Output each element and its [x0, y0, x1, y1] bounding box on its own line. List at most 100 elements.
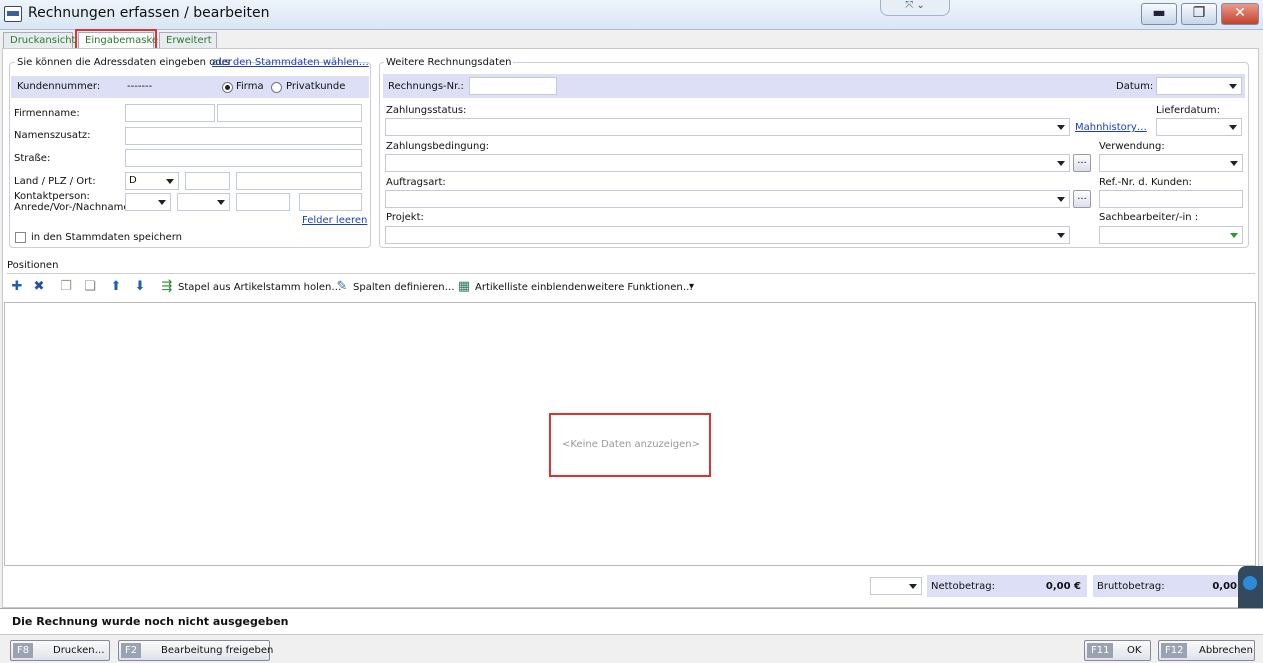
vorname-field[interactable]	[236, 193, 290, 211]
rechnungsnr-field[interactable]	[469, 77, 557, 95]
window-title: Rechnungen erfassen / bearbeiten	[28, 5, 270, 21]
brutto-box: Bruttobetrag: 0,00	[1093, 575, 1243, 597]
verwendung-select[interactable]	[1099, 154, 1243, 172]
chevron-down-icon	[1057, 125, 1065, 130]
strasse-label: Straße:	[14, 153, 51, 164]
weitere-funktionen-button[interactable]: weitere Funktionen…	[587, 282, 693, 293]
lieferdatum-select[interactable]	[1156, 118, 1242, 136]
spalten-icon: ✎	[336, 279, 348, 294]
kundennummer-value: -------	[127, 81, 153, 92]
ok-button[interactable]: F11 OK	[1084, 640, 1151, 661]
lieferdatum-label: Lieferdatum:	[1156, 105, 1220, 116]
chevron-down-icon	[1057, 233, 1065, 238]
stapel-button[interactable]: Stapel aus Artikelstamm holen…	[178, 282, 341, 293]
chevron-down-icon	[1230, 161, 1238, 166]
save-stammdaten-checkbox[interactable]	[15, 232, 26, 243]
empty-text-highlight-frame	[549, 413, 711, 477]
tab-bar: Druckansicht Eingabemaske Erweitert	[0, 30, 1263, 49]
footer-bar: F8 Drucken… F2 Bearbeitung freigeben F11…	[0, 634, 1263, 663]
felder-leeren-link[interactable]: Felder leeren	[302, 215, 367, 226]
mahnhistory-link[interactable]: Mahnhistory…	[1075, 122, 1147, 133]
restore-button[interactable]: ❐	[1181, 3, 1217, 25]
tab-erweitert[interactable]: Erweitert	[159, 32, 217, 48]
print-button[interactable]: F8 Drucken…	[10, 640, 110, 661]
print-label: Drucken…	[53, 645, 105, 656]
radio-firma-label: Firma	[236, 81, 264, 92]
f2-key: F2	[121, 643, 142, 658]
spalten-button[interactable]: Spalten definieren…	[353, 282, 455, 293]
sachbearbeiter-label: Sachbearbeiter/-in :	[1099, 212, 1199, 223]
release-edit-button[interactable]: F2 Bearbeitung freigeben	[118, 640, 274, 661]
f11-key: F11	[1087, 643, 1114, 658]
paste-icon[interactable]: ❏	[83, 280, 97, 294]
positionen-divider	[7, 273, 1255, 274]
radio-privatkunde[interactable]	[271, 82, 282, 93]
invoice-group-title: Weitere Rechnungsdaten	[384, 57, 514, 68]
chevron-down-icon	[1230, 233, 1238, 238]
netto-label: Nettobetrag:	[931, 581, 995, 592]
tab-eingabemaske[interactable]: Eingabemaske	[78, 32, 158, 49]
stammdaten-link[interactable]: aus den Stammdaten wählen…	[212, 57, 369, 68]
artikelliste-icon: ▦	[457, 279, 471, 294]
plz-field[interactable]	[185, 172, 230, 190]
f12-key: F12	[1161, 643, 1188, 658]
app-icon	[4, 6, 22, 22]
save-stammdaten-label: in den Stammdaten speichern	[31, 232, 183, 243]
close-button[interactable]: ✕	[1221, 3, 1259, 25]
zahlungsstatus-select[interactable]	[385, 118, 1070, 136]
cancel-button[interactable]: F12 Abbrechen	[1158, 640, 1255, 661]
f8-key: F8	[13, 643, 34, 658]
chevron-down-icon	[1229, 125, 1237, 130]
strasse-field[interactable]	[125, 149, 362, 167]
projekt-select[interactable]	[385, 226, 1070, 244]
radio-firma[interactable]	[222, 82, 233, 93]
minimize-button[interactable]: ▬	[1141, 3, 1177, 25]
add-row-icon[interactable]: ✚	[10, 280, 24, 294]
chevron-down-icon	[909, 584, 917, 589]
auftragsart-more-button[interactable]: ...	[1073, 190, 1091, 208]
ok-label: OK	[1127, 645, 1142, 656]
release-edit-label: Bearbeitung freigeben	[161, 645, 274, 656]
firmenname-label: Firmenname:	[14, 108, 80, 119]
kontakt-sublabel: Anrede/Vor-/Nachname	[14, 202, 130, 213]
move-up-icon[interactable]: ⬆	[109, 280, 123, 294]
auftragsart-label: Auftragsart:	[386, 177, 446, 188]
brutto-label: Bruttobetrag:	[1097, 581, 1165, 592]
zahlungsbedingung-more-button[interactable]: ...	[1073, 154, 1091, 172]
chevron-down-icon	[1229, 84, 1237, 89]
chevron-down-icon	[1057, 197, 1065, 202]
nachname-field[interactable]	[299, 193, 362, 211]
zahlungsbedingung-label: Zahlungsbedingung:	[386, 141, 490, 152]
anrede-select[interactable]	[125, 193, 171, 211]
titel-select[interactable]	[177, 193, 230, 211]
chevron-down-icon[interactable]: ▾	[689, 281, 694, 292]
land-select[interactable]: D	[125, 172, 179, 190]
projekt-label: Projekt:	[386, 212, 424, 223]
artikelliste-button[interactable]: Artikelliste einblenden	[475, 282, 587, 293]
chevron-down-icon	[158, 200, 166, 205]
zahlungsbedingung-select[interactable]	[385, 154, 1070, 172]
namenszusatz-field[interactable]	[125, 127, 362, 145]
auftragsart-select[interactable]	[385, 190, 1070, 208]
firmenname-field-2[interactable]	[217, 104, 362, 122]
currency-select[interactable]	[870, 577, 922, 595]
stapel-icon: ⇶	[161, 279, 173, 294]
tab-druckansicht[interactable]: Druckansicht	[3, 32, 75, 48]
copy-icon[interactable]: ❐	[59, 280, 73, 294]
sachbearbeiter-select[interactable]	[1099, 226, 1243, 244]
zahlungsstatus-label: Zahlungsstatus:	[386, 105, 467, 116]
move-down-icon[interactable]: ⬇	[133, 280, 147, 294]
chevron-down-icon	[217, 200, 225, 205]
firmenname-field[interactable]	[125, 104, 215, 122]
kontakt-label: Kontaktperson:	[14, 191, 90, 202]
brutto-value: 0,00	[1212, 581, 1237, 592]
collapse-handle-icon[interactable]: ⤧ ⌄	[880, 0, 950, 16]
positionen-label: Positionen	[7, 260, 59, 271]
datum-select[interactable]	[1156, 77, 1242, 95]
verwendung-label: Verwendung:	[1099, 141, 1165, 152]
delete-row-icon[interactable]: ✖	[32, 280, 46, 294]
refnr-field[interactable]	[1099, 190, 1243, 208]
ort-field[interactable]	[236, 172, 362, 190]
land-value: D	[129, 175, 137, 186]
address-group-title: Sie können die Adressdaten eingeben oder	[15, 57, 234, 68]
